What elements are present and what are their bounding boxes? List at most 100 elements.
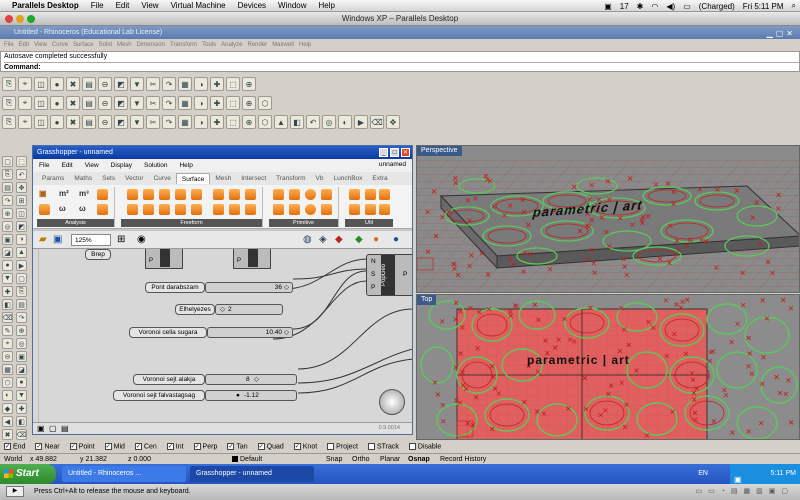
render-tool-21-icon[interactable]: ◎ [322, 115, 336, 129]
gh-maximize-button[interactable]: □ [390, 148, 399, 157]
view-tool-13-icon[interactable]: ◑ [194, 96, 208, 110]
mac-menu-edit[interactable]: Edit [116, 1, 130, 10]
main-tool-10-icon[interactable]: ◫ [16, 208, 27, 219]
retrim-icon[interactable] [379, 204, 390, 215]
slider-grip-icon[interactable]: ◇ [220, 305, 225, 314]
osnap-int[interactable]: ✓ Int [166, 443, 184, 451]
render-tool-16-icon[interactable]: ⊕ [242, 115, 256, 129]
plane-surface-icon[interactable] [321, 204, 332, 215]
view-tool-17-icon[interactable]: ⬡ [258, 96, 272, 110]
standard-tool-8-icon[interactable]: ◩ [114, 77, 128, 91]
box-corners-icon[interactable] [39, 204, 50, 215]
osnap-tan[interactable]: ✓ Tan [227, 443, 248, 451]
gh-menu-edit[interactable]: Edit [61, 162, 72, 169]
osnap-end[interactable]: ✓ End [4, 443, 25, 451]
view-tool-16-icon[interactable]: ⊕ [242, 96, 256, 110]
tab-lunchbox[interactable]: LunchBox [328, 173, 367, 184]
osnap-disable[interactable]: Disable [408, 443, 441, 451]
rhino-menu-mesh[interactable]: Mesh [117, 42, 132, 48]
main-tool-24-icon[interactable]: ▤ [16, 299, 27, 310]
render-tool-6-icon[interactable]: ▤ [82, 115, 96, 129]
rhino-menu-help[interactable]: Help [299, 42, 311, 48]
standard-tool-7-icon[interactable]: ⊖ [98, 77, 112, 91]
osnap-checkbox[interactable]: ✓ [35, 443, 43, 451]
standard-tool-15-icon[interactable]: ⬚ [226, 77, 240, 91]
rhino-menu-surface[interactable]: Surface [73, 42, 94, 48]
sketch-icon[interactable]: ● [393, 234, 399, 245]
slider-grip-icon[interactable]: ◇ [284, 283, 289, 292]
tab-intersect[interactable]: Intersect [236, 173, 271, 184]
standard-tool-3-icon[interactable]: ◫ [34, 77, 48, 91]
main-tool-27-icon[interactable]: ✎ [2, 325, 13, 336]
render-tool-4-icon[interactable]: ● [50, 115, 64, 129]
preview-wire-icon[interactable]: ◍ [303, 234, 312, 245]
render-tool-18-icon[interactable]: ▲ [274, 115, 288, 129]
rhino-menu-edit[interactable]: Edit [19, 42, 29, 48]
render-tool-20-icon[interactable]: ↶ [306, 115, 320, 129]
component-box-2[interactable]: P [233, 249, 271, 269]
area-moments-icon[interactable]: m² [59, 189, 70, 200]
extrude-point-icon[interactable] [159, 189, 170, 200]
volume-inertia-icon[interactable]: ω [79, 204, 90, 215]
layer-color-swatch[interactable] [232, 456, 238, 462]
tab-vb[interactable]: Vb [311, 173, 329, 184]
brep-param[interactable]: Brep [85, 249, 111, 260]
main-tool-32-icon[interactable]: ▣ [16, 351, 27, 362]
color-icon[interactable]: ● [373, 234, 379, 245]
main-tool-6-icon[interactable]: ✥ [16, 182, 27, 193]
task-rhino[interactable]: Untitled - Rhinoceros ... [62, 466, 186, 482]
sum-surface-icon[interactable] [245, 204, 256, 215]
close-window-button[interactable] [5, 15, 13, 23]
rhino-menu-view[interactable]: View [34, 42, 47, 48]
render-tool-2-icon[interactable]: ⌖ [18, 115, 32, 129]
main-tool-35-icon[interactable]: ⬡ [2, 377, 13, 388]
view-tool-15-icon[interactable]: ⬚ [226, 96, 240, 110]
osnap-checkbox[interactable]: ✓ [4, 443, 11, 451]
tab-params[interactable]: Params [37, 173, 69, 184]
main-tool-44-icon[interactable]: ⌫ [16, 429, 27, 440]
main-tool-14-icon[interactable]: ◑ [16, 234, 27, 245]
rhino-menu-render[interactable]: Render [248, 42, 268, 48]
app-menu[interactable]: Parallels Desktop [12, 1, 79, 10]
four-point-surface-icon[interactable] [159, 204, 170, 215]
rhino-menu-maxwell[interactable]: Maxwell [272, 42, 294, 48]
render-tool-3-icon[interactable]: ◫ [34, 115, 48, 129]
extrude-icon[interactable] [127, 189, 138, 200]
device-icons[interactable]: ▭▭◔▤▦▥▣▢ [695, 484, 794, 500]
standard-tool-10-icon[interactable]: ✂ [146, 77, 160, 91]
render-tool-5-icon[interactable]: ✖ [66, 115, 80, 129]
perspective-viewport[interactable]: Perspective parametric | art [416, 145, 800, 293]
osnap-checkbox[interactable] [327, 443, 335, 451]
main-tool-22-icon[interactable]: ⎘ [16, 286, 27, 297]
main-tool-43-icon[interactable]: ✖ [2, 429, 13, 440]
main-tool-3-icon[interactable]: ⎘ [2, 169, 13, 180]
menubar-clock[interactable]: Fri 5:11 PM [743, 2, 784, 11]
pipe-icon[interactable] [191, 204, 202, 215]
view-tool-6-icon[interactable]: ▤ [82, 96, 96, 110]
sphere-icon[interactable] [305, 189, 316, 200]
render-tool-1-icon[interactable]: ⎘ [2, 115, 16, 129]
main-tool-25-icon[interactable]: ⌫ [2, 312, 13, 323]
slider-track[interactable]: 10.40 ◇ [207, 327, 293, 338]
osnap-cen[interactable]: ✓ Cen [134, 443, 157, 451]
main-tool-9-icon[interactable]: ⊕ [2, 208, 13, 219]
area-icon[interactable]: ▣ [39, 189, 50, 200]
render-tool-12-icon[interactable]: ▦ [178, 115, 192, 129]
mac-menu-file[interactable]: File [91, 1, 104, 10]
gh-status-icon-3[interactable]: ▤ [61, 424, 69, 433]
main-tool-28-icon[interactable]: ⊕ [16, 325, 27, 336]
main-tool-36-icon[interactable]: ● [16, 377, 27, 388]
bluetooth-icon[interactable]: ✱ [637, 2, 644, 11]
cap-holes-icon[interactable] [365, 189, 376, 200]
standard-tool-6-icon[interactable]: ▤ [82, 77, 96, 91]
tab-vector[interactable]: Vector [120, 173, 148, 184]
main-tool-37-icon[interactable]: ◐ [2, 390, 13, 401]
main-tool-34-icon[interactable]: ◪ [16, 364, 27, 375]
fragment-patch-icon[interactable] [175, 189, 186, 200]
gh-menu-view[interactable]: View [85, 162, 99, 169]
extrude-linear-icon[interactable] [143, 189, 154, 200]
standard-tool-1-icon[interactable]: ⎘ [2, 77, 16, 91]
main-tool-11-icon[interactable]: ◎ [2, 221, 13, 232]
gh-status-icon-1[interactable]: ▣ [37, 424, 45, 433]
save-file-icon[interactable]: ▣ [53, 234, 62, 245]
